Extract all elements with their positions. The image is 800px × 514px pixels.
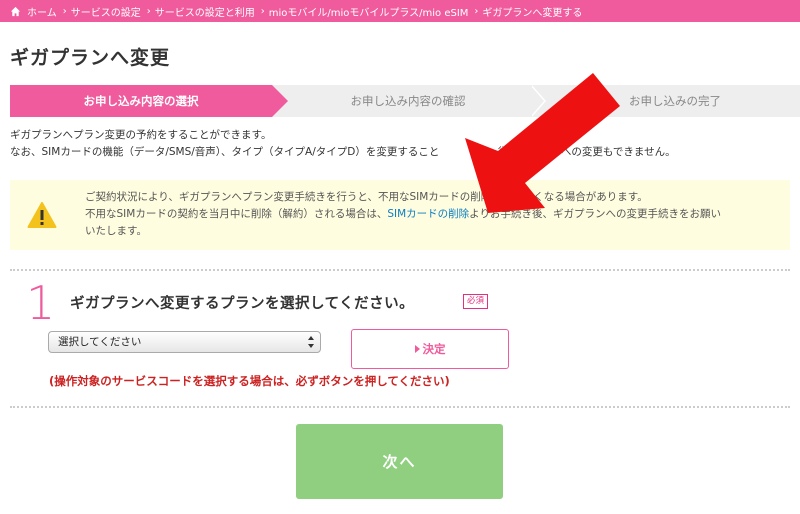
- required-badge: 必須: [463, 294, 489, 309]
- breadcrumb: ホーム › サービスの設定 › サービスの設定と利用 › mioモバイル/mio…: [0, 0, 800, 22]
- home-icon: [10, 6, 21, 16]
- select-arrows-icon: [308, 336, 314, 348]
- warning-line-2: 不用なSIMカードの契約を当月中に削除（解約）される場合は、SIMカードの削除よ…: [85, 206, 785, 223]
- breadcrumb-separator: ›: [474, 5, 479, 17]
- breadcrumb-separator: ›: [146, 5, 151, 17]
- plan-select-value: 選択してください: [58, 336, 142, 348]
- warning-text: ご契約状況により、ギガプランへプラン変更手続きを行うと、不用なSIMカードの削除…: [85, 189, 785, 240]
- breadcrumb-service-settings[interactable]: サービスの設定: [71, 4, 141, 19]
- step-confirm-label: お申し込み内容の確認: [350, 94, 466, 108]
- section-number: 1: [26, 276, 56, 330]
- breadcrumb-mio-mobile[interactable]: mioモバイル/mioモバイルプラス/mio eSIM: [269, 4, 469, 19]
- decide-button[interactable]: 決定: [351, 329, 509, 369]
- decide-button-label: 決定: [422, 342, 446, 356]
- page-title: ギガプランへ変更: [10, 47, 171, 69]
- warning-icon: [27, 202, 57, 228]
- breadcrumb-home[interactable]: ホーム: [27, 4, 57, 19]
- breadcrumb-separator: ›: [62, 5, 67, 17]
- breadcrumb-service-settings-usage[interactable]: サービスの設定と利用: [155, 4, 255, 19]
- warning-line-3: いたします。: [85, 225, 147, 237]
- play-icon: [414, 345, 420, 353]
- annotation-arrow: [465, 73, 620, 213]
- plan-select[interactable]: 選択してください: [48, 331, 321, 353]
- warning-box: ご契約状況により、ギガプランへプラン変更手続きを行うと、不用なSIMカードの削除…: [10, 180, 790, 250]
- warning-line-1: ご契約状況により、ギガプランへプラン変更手続きを行うと、不用なSIMカードの削除…: [85, 191, 648, 203]
- step-select-label: お申し込み内容の選択: [83, 94, 199, 108]
- breadcrumb-current: ギガプランへ変更する: [482, 7, 583, 19]
- section-title: ギガプランへ変更するプランを選択してください。: [70, 296, 415, 312]
- breadcrumb-separator: ›: [260, 5, 265, 17]
- intro-line-2-part-1: なお、SIMカードの機能（データ/SMS/音声）、タイプ（タイプA/タイプD）を…: [10, 146, 440, 158]
- step-complete-label: お申し込みの完了: [629, 94, 721, 108]
- next-button[interactable]: 次へ: [296, 424, 503, 499]
- step-indicator: お申し込み内容の選択 お申し込み内容の確認 お申し込みの完了: [10, 85, 800, 117]
- warning-line-2-before: 不用なSIMカードの契約を当月中に削除（解約）される場合は、: [85, 208, 388, 220]
- step-arrow: [272, 85, 288, 117]
- section-divider-top: [10, 269, 790, 271]
- section-divider-bottom: [10, 406, 790, 408]
- service-code-note: (操作対象のサービスコードを選択する場合は、必ずボタンを押してください): [49, 374, 450, 388]
- step-select: お申し込み内容の選択: [10, 85, 288, 117]
